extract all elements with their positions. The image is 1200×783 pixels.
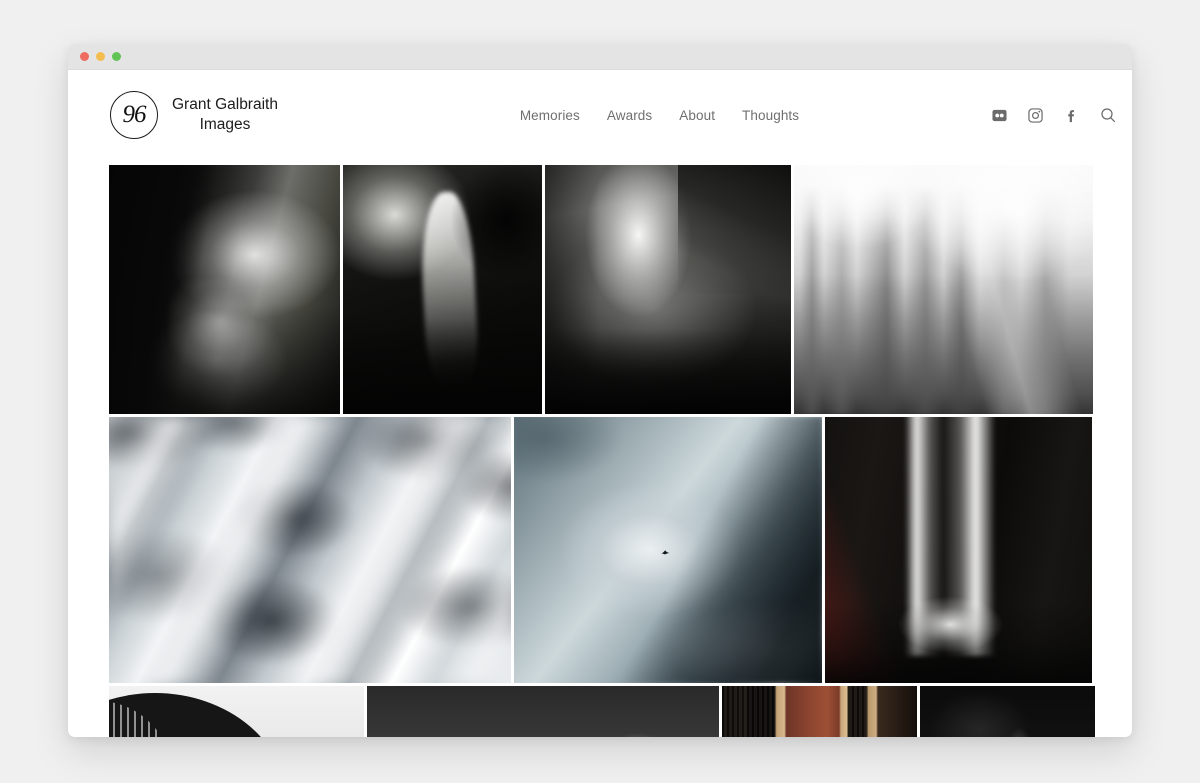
brand-name: Grant Galbraith Images bbox=[172, 95, 278, 135]
nav-item-memories[interactable]: Memories bbox=[520, 108, 580, 123]
maximize-button[interactable] bbox=[112, 52, 121, 61]
header-icon-group bbox=[991, 107, 1116, 124]
gallery-photo[interactable] bbox=[514, 417, 822, 683]
gallery-row bbox=[109, 165, 1091, 414]
main-navigation: Memories Awards About Thoughts bbox=[470, 108, 799, 123]
logo-monogram-text: 96 bbox=[123, 102, 146, 127]
bird-silhouette-icon bbox=[661, 549, 670, 555]
gallery-photo[interactable] bbox=[722, 686, 917, 737]
circle-monogram-icon: 96 bbox=[110, 91, 158, 139]
brand-name-line2: Images bbox=[172, 115, 278, 135]
gallery-row bbox=[109, 686, 1091, 737]
gallery-photo[interactable] bbox=[825, 417, 1092, 683]
nav-item-awards[interactable]: Awards bbox=[607, 108, 652, 123]
browser-title-bar bbox=[68, 44, 1132, 70]
nav-item-about[interactable]: About bbox=[679, 108, 715, 123]
gallery-photo[interactable] bbox=[109, 165, 340, 414]
gallery-row bbox=[109, 417, 1091, 683]
search-icon[interactable] bbox=[1099, 107, 1116, 124]
gallery-photo[interactable] bbox=[343, 165, 542, 414]
facebook-icon[interactable] bbox=[1063, 107, 1080, 124]
browser-window: 96 Grant Galbraith Images Memories Award… bbox=[68, 44, 1132, 737]
gallery-photo[interactable] bbox=[794, 165, 1093, 414]
gallery-photo[interactable] bbox=[545, 165, 791, 414]
flickr-icon[interactable] bbox=[991, 107, 1008, 124]
minimize-button[interactable] bbox=[96, 52, 105, 61]
gallery-photo[interactable] bbox=[109, 686, 364, 737]
gallery-photo[interactable] bbox=[109, 417, 511, 683]
nav-item-thoughts[interactable]: Thoughts bbox=[742, 108, 799, 123]
brand-logo[interactable]: 96 Grant Galbraith Images bbox=[110, 91, 278, 139]
close-button[interactable] bbox=[80, 52, 89, 61]
gallery-photo[interactable] bbox=[367, 686, 719, 737]
instagram-icon[interactable] bbox=[1027, 107, 1044, 124]
window-controls bbox=[80, 52, 121, 61]
gallery-photo[interactable] bbox=[920, 686, 1095, 737]
brand-name-line1: Grant Galbraith bbox=[172, 96, 278, 113]
photo-gallery bbox=[68, 160, 1132, 737]
site-header: 96 Grant Galbraith Images Memories Award… bbox=[68, 70, 1132, 160]
